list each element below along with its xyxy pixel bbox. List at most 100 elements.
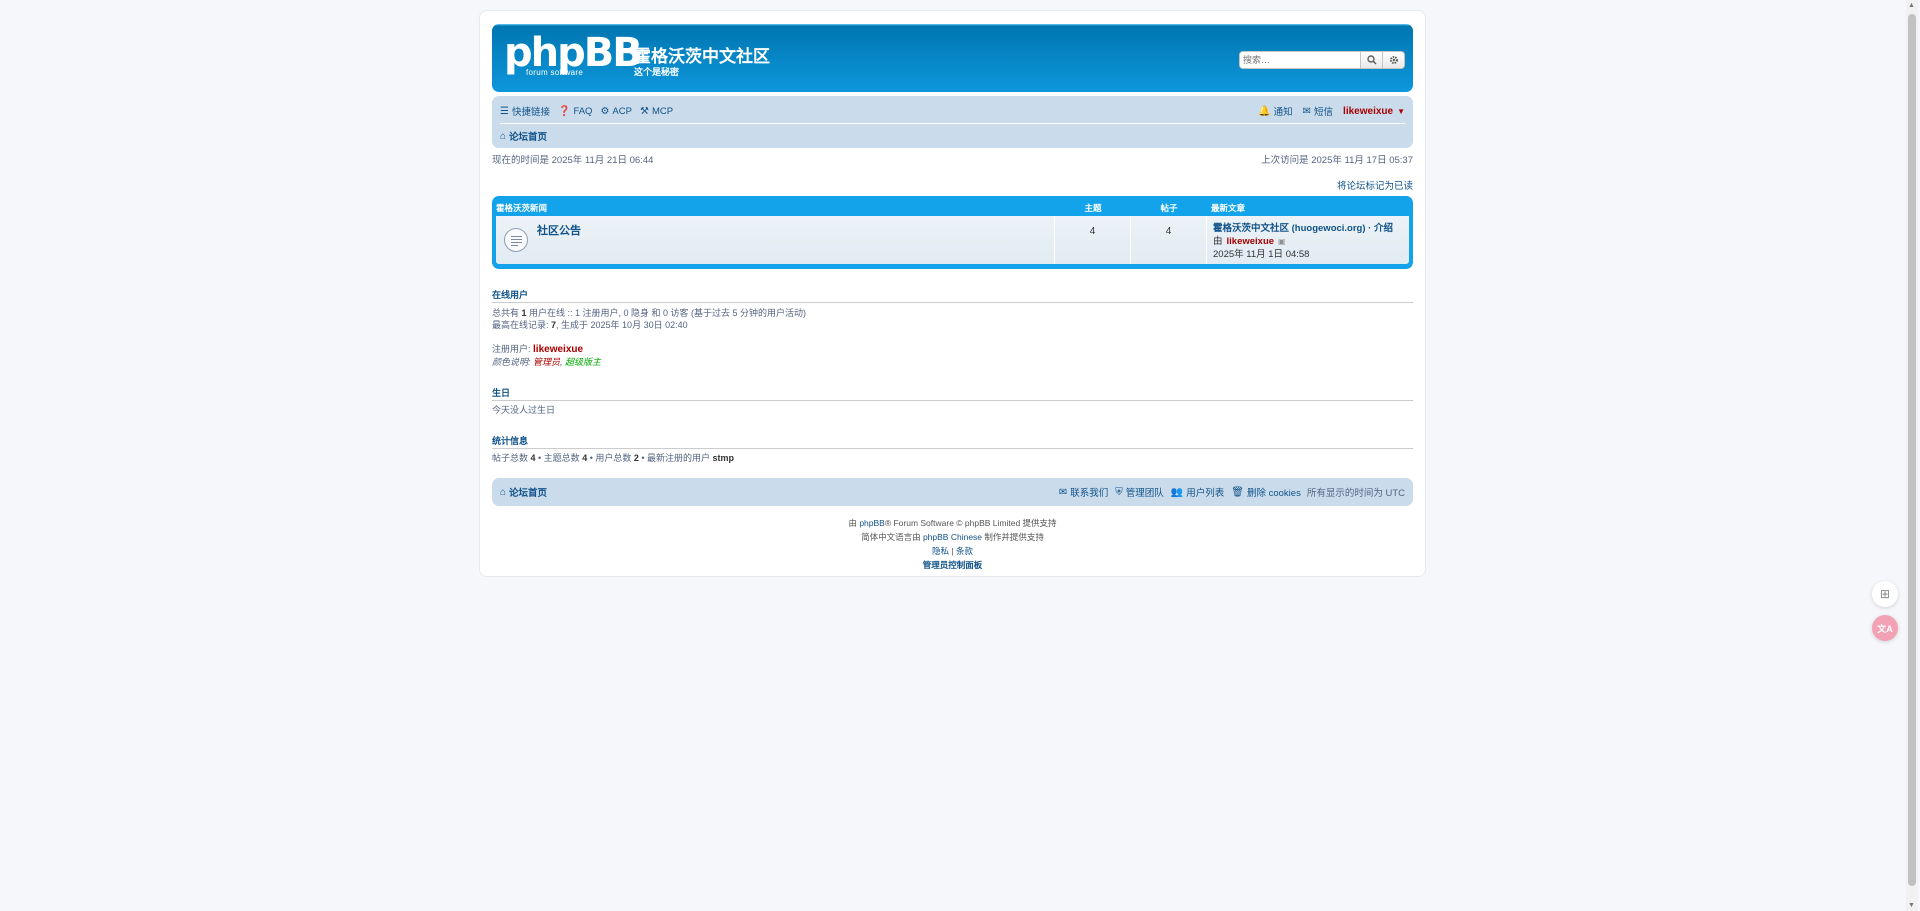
users-icon: 👥 xyxy=(1170,486,1184,498)
online-text-b: 用户在线 :: 1 注册用户, 0 隐身 和 0 访客 (基于过去 5 分钟的用… xyxy=(526,308,807,318)
translation-prefix: 简体中文语言由 xyxy=(861,532,923,542)
category-title[interactable]: 霍格沃茨新闻 xyxy=(496,202,1055,214)
notifications-label: 通知 xyxy=(1273,107,1293,118)
breadcrumb-home[interactable]: 论坛首页 xyxy=(509,129,547,143)
quick-action-button[interactable]: ⊞ xyxy=(1872,581,1898,607)
forum-cell: 社区公告 xyxy=(496,216,1055,264)
last-post-title-link[interactable]: 霍格沃茨中文社区 (huogewoci.org) · 介绍 xyxy=(1213,222,1403,235)
quicklinks-label: 快捷链接 xyxy=(511,107,550,118)
online-users-title[interactable]: 在线用户 xyxy=(492,288,1413,303)
registered-label: 注册用户: xyxy=(492,344,534,354)
navbar-divider xyxy=(500,123,1405,124)
last-post-time: 2025年 11月 1日 04:58 xyxy=(1213,249,1310,260)
logo-text: phpBB xyxy=(504,30,643,76)
time-info: 现在的时间是 2025年 11月 21日 06:44 上次访问是 2025年 1… xyxy=(492,152,1413,166)
online-record: 最高在线记录: 7, 生成于 2025年 10月 30日 02:40 xyxy=(492,319,1413,331)
search-button[interactable] xyxy=(1360,52,1382,68)
envelope-icon: ✉ xyxy=(1058,486,1068,498)
site-logo[interactable]: phpBB forum software xyxy=(504,33,643,77)
forum-list-header: 霍格沃茨新闻 主题 帖子 最新文章 xyxy=(496,200,1409,216)
translation-suffix: 制作并提供支持 xyxy=(982,532,1044,542)
navbar-user-area: 🔔 通知 ✉ 短信 likeweixue ▼ xyxy=(1248,104,1405,119)
birthdays-title: 生日 xyxy=(492,386,1413,401)
record-text-b: , 生成于 2025年 10月 30日 02:40 xyxy=(556,320,688,330)
forum-list: 霍格沃茨新闻 主题 帖子 最新文章 社区公告 4 4 霍格沃茨中文社区 (huo… xyxy=(492,196,1413,269)
page-scrollbar[interactable]: ▲ ▼ xyxy=(1906,0,1918,911)
privacy-link[interactable]: 隐私 xyxy=(932,546,949,556)
bars-icon: ☰ xyxy=(500,105,509,117)
timezone-info: 所有显示的时间为 UTC xyxy=(1306,488,1405,499)
posts-header: 帖子 xyxy=(1160,203,1178,213)
legend-gmod-link[interactable]: 超级版主 xyxy=(565,357,601,367)
search-icon xyxy=(1366,55,1377,65)
site-title[interactable]: 霍格沃茨中文社区 xyxy=(634,42,770,67)
breadcrumb: ⌂ 论坛首页 xyxy=(500,129,547,144)
copyright-suffix: ® Forum Software © phpBB Limited 提供支持 xyxy=(884,518,1057,528)
record-text-a: 最高在线记录: xyxy=(492,320,552,330)
statistics-line: 帖子总数 4 • 主题总数 4 • 用户总数 2 • 最新注册的用户 stmp xyxy=(492,452,1413,464)
footer-navbar: ⌂ 论坛首页 ✉ 联系我们 ⛨ 管理团队 👥 用户列表 🗑 删除 cookies… xyxy=(492,478,1413,506)
translate-icon: 文A xyxy=(1877,623,1893,634)
gavel-icon: ⚒ xyxy=(639,105,649,117)
statistics-title: 统计信息 xyxy=(492,434,1413,449)
delete-cookies-link[interactable]: 🗑 删除 cookies xyxy=(1231,485,1301,500)
home-icon: ⌂ xyxy=(500,130,507,142)
mark-forums-read-link[interactable]: 将论坛标记为已读 xyxy=(492,178,1413,192)
topics-header: 主题 xyxy=(1084,203,1102,213)
team-label: 管理团队 xyxy=(1125,488,1164,499)
scroll-up-arrow-icon[interactable]: ▲ xyxy=(1908,2,1915,9)
members-label: 用户列表 xyxy=(1186,488,1225,499)
faq-link[interactable]: ❓ FAQ xyxy=(558,106,592,117)
stats-newest-label: • 最新注册的用户 xyxy=(638,453,713,463)
faq-label: FAQ xyxy=(573,105,593,117)
private-messages-link[interactable]: ✉ 短信 xyxy=(1302,104,1334,119)
acp-footer-link[interactable]: 管理员控制面板 xyxy=(492,558,1413,572)
terms-link[interactable]: 条款 xyxy=(956,546,973,556)
forum-read-icon xyxy=(504,228,528,252)
last-visit-time: 上次访问是 2025年 11月 17日 05:37 xyxy=(1261,155,1413,166)
scroll-down-arrow-icon[interactable]: ▼ xyxy=(1908,902,1915,909)
forum-row: 社区公告 4 4 霍格沃茨中文社区 (huogewoci.org) · 介绍 由… xyxy=(496,216,1409,264)
last-post-author-link[interactable]: likeweixue xyxy=(1227,235,1275,248)
home-icon: ⌂ xyxy=(500,486,507,498)
last-post-by-prefix: 由 xyxy=(1213,236,1223,247)
phpbb-link[interactable]: phpBB xyxy=(859,518,885,528)
advanced-search-button[interactable] xyxy=(1382,52,1404,68)
quicklinks-menu[interactable]: ☰ 快捷链接 xyxy=(500,104,550,119)
mcp-label: MCP xyxy=(651,105,674,117)
scrollbar-thumb[interactable] xyxy=(1908,14,1916,886)
forum-topics-count: 4 xyxy=(1055,216,1131,264)
copyright-block: 由 phpBB® Forum Software © phpBB Limited … xyxy=(492,516,1413,572)
copyright-line-2: 简体中文语言由 phpBB Chinese 制作并提供支持 xyxy=(492,530,1413,544)
page-wrapper: phpBB forum software 霍格沃茨中文社区 这个是秘密 ☰ 快捷… xyxy=(479,10,1426,577)
newest-user-link[interactable]: stmp xyxy=(713,453,735,463)
forum-title-link[interactable]: 社区公告 xyxy=(537,222,581,238)
legend-admin-link[interactable]: 管理员 xyxy=(533,357,560,367)
registered-users-line: 注册用户: likeweixue xyxy=(492,343,1413,356)
view-latest-post-icon[interactable]: ▣ xyxy=(1278,235,1286,248)
online-text-a: 总共有 xyxy=(492,308,522,318)
gear-icon xyxy=(1389,56,1398,64)
username: likeweixue xyxy=(1343,105,1394,117)
inbox-icon: ✉ xyxy=(1302,105,1312,117)
contact-link[interactable]: ✉ 联系我们 xyxy=(1058,485,1108,500)
policy-separator: | xyxy=(949,546,956,556)
translate-button[interactable]: 文A xyxy=(1872,615,1898,641)
question-circle-icon: ❓ xyxy=(557,105,571,117)
messages-label: 短信 xyxy=(1314,107,1334,118)
registered-user-link[interactable]: likeweixue xyxy=(533,344,583,355)
search-input[interactable] xyxy=(1240,52,1360,68)
notifications-link[interactable]: 🔔 通知 xyxy=(1258,104,1293,119)
acp-link[interactable]: ⚙ ACP xyxy=(600,106,632,117)
search-box xyxy=(1239,51,1405,69)
forum-posts-count: 4 xyxy=(1131,216,1207,264)
members-link[interactable]: 👥 用户列表 xyxy=(1170,485,1225,500)
footer-home-label: 论坛首页 xyxy=(509,488,548,499)
phpbb-chinese-link[interactable]: phpBB Chinese xyxy=(923,532,982,542)
team-link[interactable]: ⛨ 管理团队 xyxy=(1115,485,1164,500)
mcp-link[interactable]: ⚒ MCP xyxy=(640,106,673,117)
footer-home[interactable]: ⌂ 论坛首页 xyxy=(500,485,548,500)
bell-icon: 🔔 xyxy=(1258,105,1271,117)
user-menu[interactable]: likeweixue ▼ xyxy=(1343,106,1405,117)
shield-icon: ⛨ xyxy=(1115,486,1123,498)
